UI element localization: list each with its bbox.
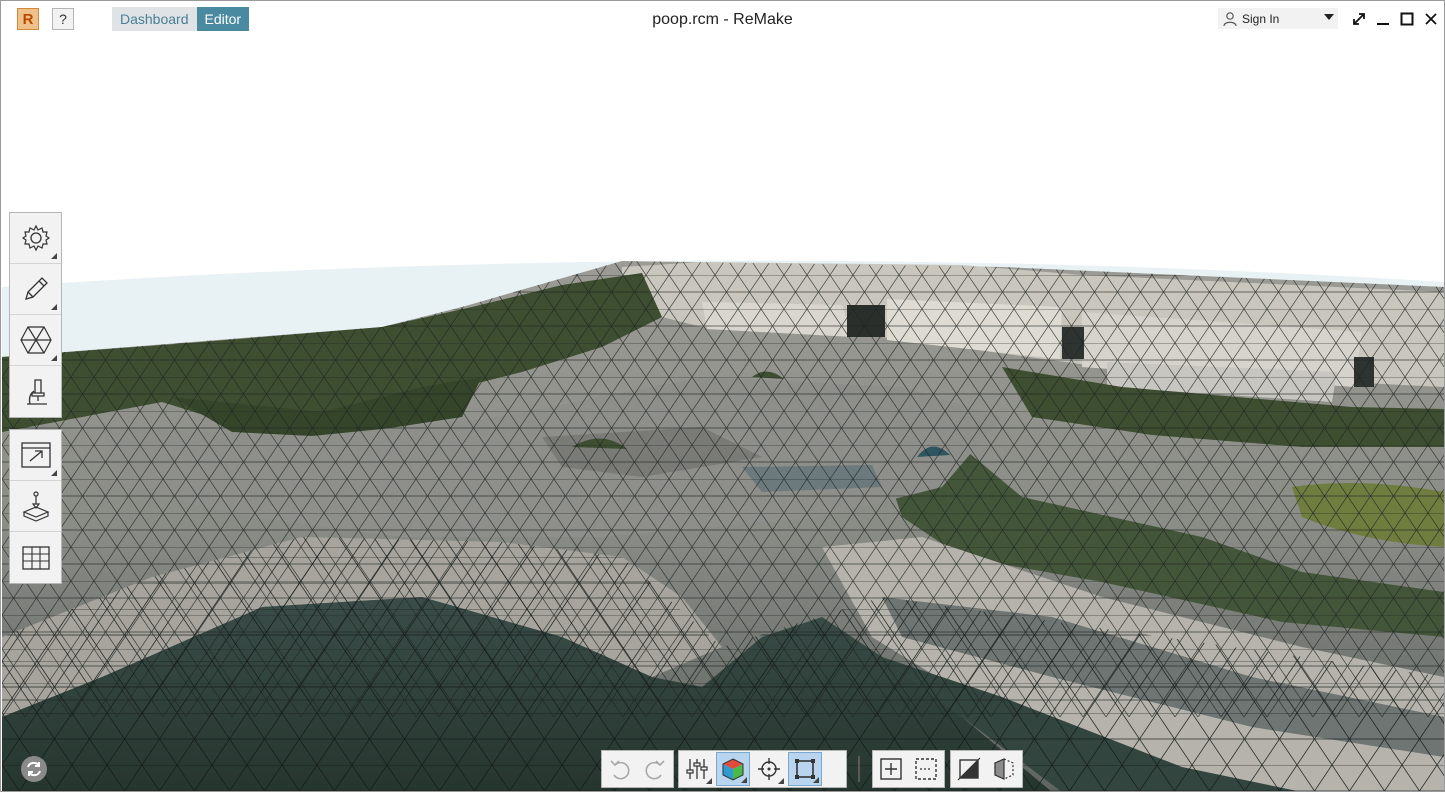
undo-icon bbox=[610, 760, 630, 780]
bottom-toolbar-cut bbox=[950, 750, 1023, 788]
settings-icon bbox=[21, 224, 50, 252]
microscope-icon bbox=[26, 378, 47, 405]
fit-view-button[interactable] bbox=[788, 752, 822, 786]
3d-viewport[interactable] bbox=[2, 37, 1444, 791]
settings-tool[interactable] bbox=[10, 213, 61, 264]
left-toolbar-secondary bbox=[9, 429, 62, 584]
edit-tool[interactable] bbox=[10, 264, 61, 315]
signin-label: Sign In bbox=[1242, 11, 1280, 26]
pencil-icon bbox=[24, 277, 48, 300]
adjust-button[interactable] bbox=[680, 752, 714, 786]
grid-icon bbox=[21, 545, 50, 570]
redo-button[interactable] bbox=[639, 752, 673, 786]
print-icon bbox=[21, 491, 50, 522]
fullscreen-icon[interactable] bbox=[1349, 9, 1369, 29]
title-bar: R ? Dashboard Editor poop.rcm - ReMake S… bbox=[1, 1, 1444, 37]
select-box-icon bbox=[915, 758, 937, 780]
slice-button[interactable] bbox=[952, 752, 986, 786]
export-tool[interactable] bbox=[10, 430, 61, 481]
left-toolbar-primary bbox=[9, 212, 62, 418]
toolbar-separator bbox=[858, 756, 860, 782]
minimize-icon[interactable] bbox=[1373, 9, 1393, 29]
mesh-hexagon-icon bbox=[19, 326, 52, 354]
analyze-tool[interactable] bbox=[10, 366, 61, 417]
signin-dropdown[interactable]: Sign In bbox=[1218, 8, 1338, 29]
mode-tabs: Dashboard Editor bbox=[112, 7, 250, 31]
half-cube-button[interactable] bbox=[988, 752, 1022, 786]
bottom-toolbar-history bbox=[601, 750, 674, 788]
bottom-toolbar-view bbox=[678, 750, 847, 788]
user-icon bbox=[1223, 11, 1237, 26]
sync-icon[interactable] bbox=[21, 756, 47, 782]
print-tool[interactable] bbox=[10, 481, 61, 532]
tab-editor[interactable]: Editor bbox=[196, 7, 250, 31]
tab-dashboard[interactable]: Dashboard bbox=[112, 7, 197, 31]
display-mode-button[interactable] bbox=[716, 752, 750, 786]
help-button[interactable]: ? bbox=[52, 8, 74, 30]
chevron-down-icon bbox=[1324, 14, 1334, 20]
close-icon[interactable] bbox=[1421, 9, 1441, 29]
app-logo[interactable]: R bbox=[17, 8, 39, 30]
maximize-icon[interactable] bbox=[1397, 9, 1417, 29]
pivot-button[interactable] bbox=[752, 752, 786, 786]
select-add-button[interactable] bbox=[874, 752, 908, 786]
app-window: R ? Dashboard Editor poop.rcm - ReMake S… bbox=[0, 0, 1445, 792]
select-box-button[interactable] bbox=[910, 752, 944, 786]
slice-icon bbox=[957, 757, 981, 781]
grid-tool[interactable] bbox=[10, 532, 61, 583]
export-icon bbox=[20, 442, 51, 468]
terrain-mesh bbox=[2, 37, 1444, 791]
redo-icon bbox=[645, 760, 665, 780]
undo-button[interactable] bbox=[603, 752, 637, 786]
half-cube-icon bbox=[994, 758, 1014, 780]
mesh-tool[interactable] bbox=[10, 315, 61, 366]
select-add-icon bbox=[880, 758, 902, 780]
bottom-toolbar-selection bbox=[872, 750, 945, 788]
